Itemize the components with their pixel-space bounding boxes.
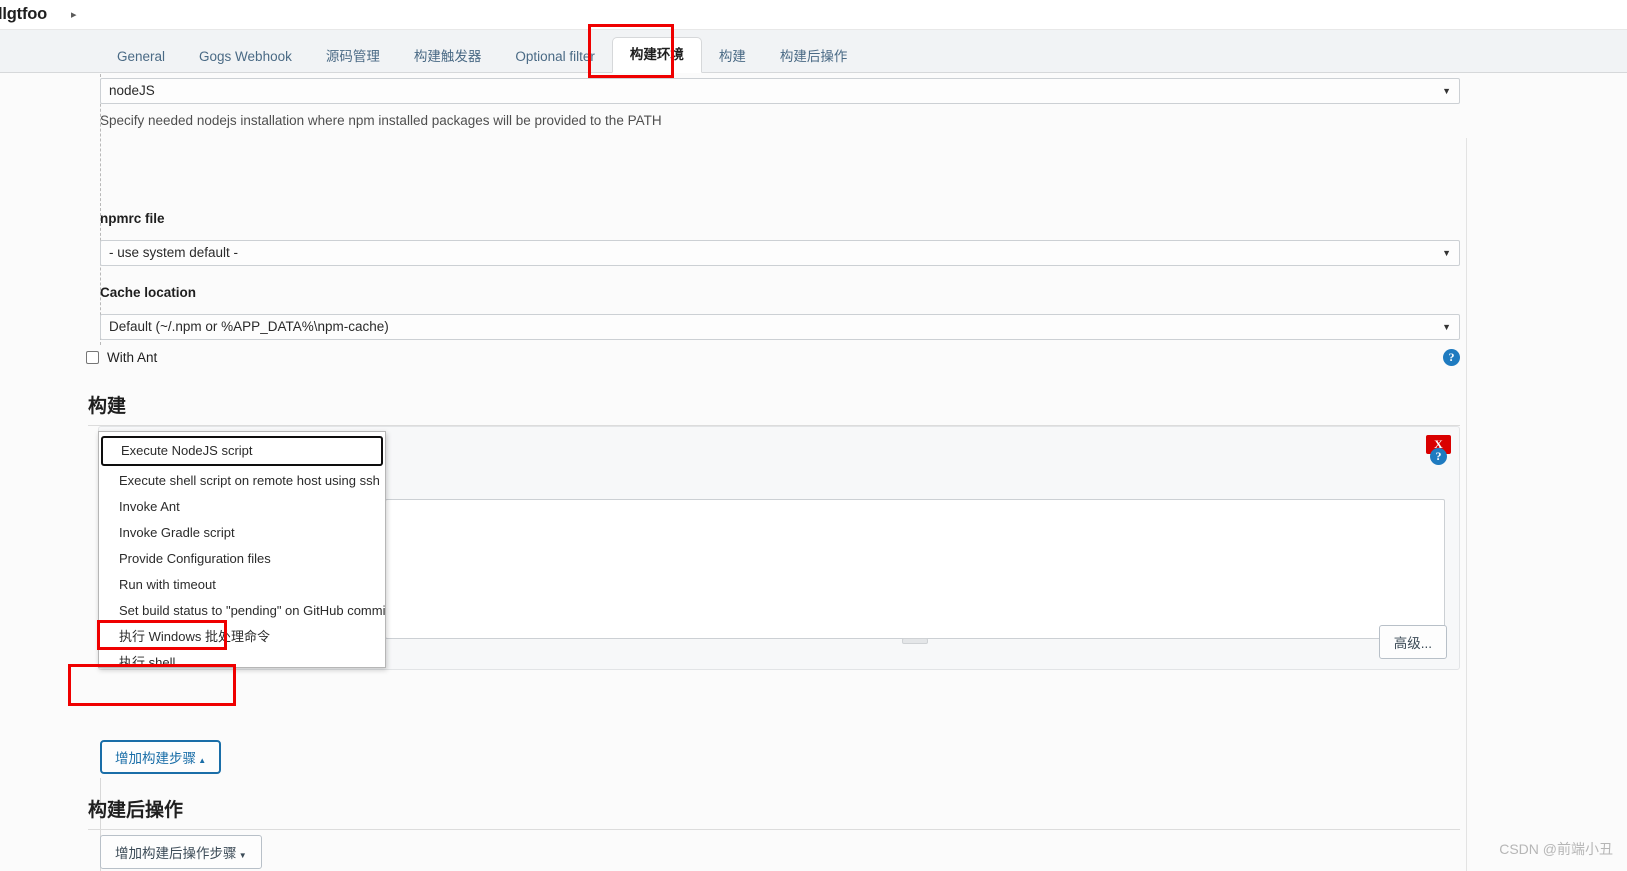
- menu-item-execute-shell-remote-ssh[interactable]: Execute shell script on remote host usin…: [99, 468, 385, 494]
- chevron-down-icon: ▼: [1442, 315, 1451, 339]
- with-ant-label: With Ant: [107, 350, 157, 365]
- add-post-build-step-button[interactable]: 增加构建后操作步骤: [100, 835, 262, 869]
- tab-post-build-actions[interactable]: 构建后操作: [763, 40, 865, 73]
- menu-item-execute-shell[interactable]: 执行 shell: [99, 650, 385, 668]
- nodejs-installation-select[interactable]: nodeJS ▼: [100, 78, 1460, 104]
- cache-location-value: Default (~/.npm or %APP_DATA%\npm-cache): [109, 319, 389, 334]
- menu-item-invoke-ant[interactable]: Invoke Ant: [99, 494, 385, 520]
- cache-location-select[interactable]: Default (~/.npm or %APP_DATA%\npm-cache)…: [100, 314, 1460, 340]
- with-ant-checkbox[interactable]: [86, 351, 99, 364]
- menu-item-invoke-gradle-script[interactable]: Invoke Gradle script: [99, 520, 385, 546]
- menu-item-execute-nodejs-script[interactable]: Execute NodeJS script: [101, 436, 383, 466]
- breadcrumb-project-link[interactable]: llgtfoo: [0, 5, 47, 24]
- chevron-down-icon: ▼: [1442, 241, 1451, 265]
- tab-optional-filter[interactable]: Optional filter: [498, 40, 612, 73]
- config-tab-bar: General Gogs Webhook 源码管理 构建触发器 Optional…: [0, 30, 1627, 73]
- npmrc-select[interactable]: - use system default - ▼: [100, 240, 1460, 266]
- add-build-step-button[interactable]: 增加构建步骤: [100, 740, 221, 774]
- tab-gogs-webhook[interactable]: Gogs Webhook: [182, 40, 309, 73]
- menu-item-run-with-timeout[interactable]: Run with timeout: [99, 572, 385, 598]
- help-circle-icon[interactable]: ?: [1430, 448, 1447, 465]
- npmrc-label: npmrc file: [100, 211, 1460, 226]
- menu-item-set-build-status-pending-github[interactable]: Set build status to "pending" on GitHub …: [99, 598, 385, 624]
- post-build-section-title: 构建后操作: [88, 795, 1460, 822]
- tab-build[interactable]: 构建: [702, 40, 763, 73]
- textarea-resize-handle[interactable]: [902, 638, 928, 644]
- tab-build-environment[interactable]: 构建环境: [612, 37, 702, 73]
- advanced-button[interactable]: 高级...: [1379, 625, 1447, 659]
- chevron-down-icon: ▼: [1442, 79, 1451, 103]
- command-textarea[interactable]: [385, 499, 1445, 639]
- nodejs-installation-value: nodeJS: [109, 83, 155, 98]
- right-content-divider: [1466, 138, 1467, 871]
- cache-location-label: Cache location: [100, 285, 1460, 300]
- help-circle-icon[interactable]: ?: [1443, 349, 1460, 366]
- nodejs-installation-help: Specify needed nodejs installation where…: [100, 113, 1460, 128]
- tab-build-trigger[interactable]: 构建触发器: [397, 40, 499, 73]
- npmrc-value: - use system default -: [109, 245, 238, 260]
- menu-item-provide-configuration-files[interactable]: Provide Configuration files: [99, 546, 385, 572]
- chevron-right-icon[interactable]: ▸: [71, 8, 77, 21]
- add-build-step-menu: Execute NodeJS script Execute shell scri…: [98, 431, 386, 668]
- tab-general[interactable]: General: [100, 40, 182, 73]
- post-build-section-divider: [88, 829, 1460, 830]
- menu-item-execute-windows-batch[interactable]: 执行 Windows 批处理命令: [99, 624, 385, 650]
- breadcrumb: llgtfoo ▸: [0, 0, 1627, 30]
- with-ant-row[interactable]: With Ant: [86, 350, 157, 365]
- csdn-watermark: CSDN @前端小丑: [1499, 839, 1613, 859]
- tab-source-management[interactable]: 源码管理: [309, 40, 397, 73]
- build-section-title: 构建: [88, 391, 1460, 418]
